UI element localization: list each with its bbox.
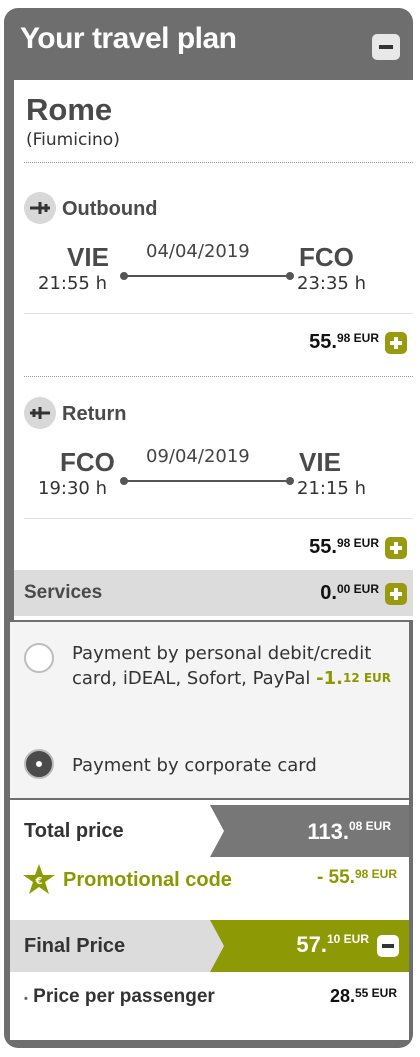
- divider: [24, 518, 413, 519]
- return-to-time: 21:15 h: [297, 478, 367, 499]
- final-price-row: Final Price 57.10 EUR: [10, 920, 409, 972]
- price-per-passenger-label: • Price per passenger: [24, 986, 215, 1007]
- services-price: 0.00 EUR: [320, 582, 379, 604]
- return-to-code: VIE: [299, 447, 341, 477]
- outbound-from-time: 21:55 h: [38, 273, 108, 294]
- payment-options: Payment by personal debit/credit card, i…: [10, 622, 409, 798]
- services-row: Services 0.00 EUR: [14, 570, 413, 616]
- return-price: 55.98 EUR: [309, 536, 379, 558]
- divider: [24, 162, 413, 163]
- panel-header: Your travel plan: [4, 8, 413, 74]
- price-summary: Total price 113.08 EUR € Promotional cod…: [10, 800, 409, 1040]
- return-date: 09/04/2019: [146, 446, 250, 467]
- collapse-button[interactable]: [372, 34, 400, 60]
- return-add-button[interactable]: [385, 537, 407, 559]
- divider: [24, 376, 413, 377]
- promo-code-label[interactable]: Promotional code: [63, 869, 232, 892]
- outbound-price: 55.98 EUR: [309, 331, 379, 353]
- services-label: Services: [24, 582, 103, 603]
- payment-personal-radio[interactable]: [24, 643, 54, 673]
- destination-airport: (Fiumicino): [26, 130, 120, 150]
- return-from-time: 19:30 h: [38, 478, 108, 499]
- outbound-date: 04/04/2019: [146, 241, 250, 262]
- final-collapse-button[interactable]: [377, 935, 399, 957]
- return-route-line: [120, 477, 294, 485]
- payment-personal-text: Payment by personal debit/credit card, i…: [72, 643, 392, 689]
- price-per-passenger-value: 28.55 EUR: [329, 986, 397, 1006]
- outbound-add-button[interactable]: [385, 332, 407, 354]
- outbound-label: Outbound: [62, 198, 158, 220]
- outbound-to-time: 23:35 h: [297, 273, 367, 294]
- outbound-route-line: [120, 272, 294, 280]
- total-price-value: 113.08 EUR: [307, 819, 391, 844]
- services-add-button[interactable]: [385, 583, 407, 605]
- return-label: Return: [62, 403, 127, 425]
- final-price-box: 57.10 EUR: [210, 920, 409, 972]
- divider: [24, 313, 413, 314]
- outbound-from-code: VIE: [67, 242, 109, 272]
- total-price-label: Total price: [24, 820, 124, 842]
- payment-discount: -1.12 EUR: [316, 668, 392, 689]
- travel-plan-panel: Your travel plan Rome (Fiumicino) Outbou…: [4, 8, 413, 1048]
- svg-text:€: €: [35, 876, 43, 887]
- final-price-value: 57.10 EUR: [296, 932, 369, 957]
- promo-code-value: - 55.98 EUR: [316, 867, 397, 888]
- star-icon: €: [22, 863, 56, 899]
- outbound-to-code: FCO: [299, 242, 354, 272]
- payment-corporate-text: Payment by corporate card: [72, 755, 317, 776]
- payment-corporate-radio[interactable]: [24, 749, 54, 779]
- plane-icon: [24, 192, 56, 224]
- itinerary-card: Rome (Fiumicino) Outbound VIE 04/04/2019…: [14, 80, 413, 620]
- return-from-code: FCO: [60, 447, 115, 477]
- final-price-label: Final Price: [24, 935, 126, 957]
- destination-city: Rome: [26, 92, 113, 127]
- plane-icon: [24, 397, 56, 429]
- panel-title: Your travel plan: [20, 22, 237, 55]
- total-price-box: 113.08 EUR: [210, 805, 409, 857]
